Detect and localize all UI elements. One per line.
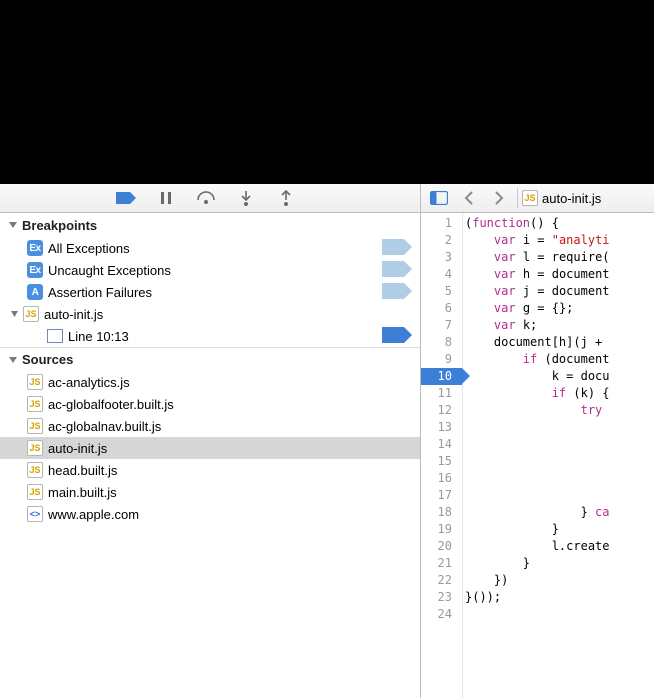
line-number[interactable]: 19: [421, 521, 462, 538]
step-out-icon[interactable]: [275, 187, 297, 209]
source-item[interactable]: <>www.apple.com: [0, 503, 420, 525]
line-number[interactable]: 21: [421, 555, 462, 572]
line-number[interactable]: 18: [421, 504, 462, 521]
nav-back-icon[interactable]: [457, 187, 481, 209]
source-label: head.built.js: [44, 463, 420, 478]
editor-file-crumb[interactable]: JS auto-init.js: [517, 188, 601, 208]
js-file-icon: JS: [23, 306, 39, 322]
line-number[interactable]: 23: [421, 589, 462, 606]
line-number[interactable]: 22: [421, 572, 462, 589]
breakpoint-item[interactable]: ExUncaught Exceptions: [0, 259, 420, 281]
breakpoints-header-label: Breakpoints: [22, 218, 97, 233]
source-label: auto-init.js: [44, 441, 420, 456]
disclosure-triangle-icon: [6, 353, 20, 367]
js-file-icon: JS: [522, 190, 538, 206]
line-number[interactable]: 13: [421, 419, 462, 436]
breakpoint-line-label: Line 10:13: [64, 329, 382, 344]
pause-icon[interactable]: [155, 187, 177, 209]
line-number[interactable]: 12: [421, 402, 462, 419]
js-file-icon: JS: [27, 440, 43, 456]
line-number[interactable]: 9: [421, 351, 462, 368]
debugger-toolbar: [0, 184, 420, 213]
breakpoint-line-item[interactable]: Line 10:13: [0, 325, 420, 347]
source-label: main.built.js: [44, 485, 420, 500]
debugger-sidebar: Breakpoints ExAll ExceptionsExUncaught E…: [0, 184, 421, 698]
js-file-icon: JS: [27, 484, 43, 500]
breakpoint-marker-icon[interactable]: [382, 243, 412, 258]
callout-area: [0, 0, 654, 184]
step-over-icon[interactable]: [195, 187, 217, 209]
breakpoint-file-label: auto-init.js: [40, 307, 420, 322]
source-label: ac-globalnav.built.js: [44, 419, 420, 434]
line-number[interactable]: 6: [421, 300, 462, 317]
source-item[interactable]: JSauto-init.js: [0, 437, 420, 459]
code-editor[interactable]: 123456789101112131415161718192021222324 …: [421, 213, 654, 698]
line-number[interactable]: 4: [421, 266, 462, 283]
line-number[interactable]: 7: [421, 317, 462, 334]
editor-toolbar: JS auto-init.js: [421, 184, 654, 213]
breakpoint-label: All Exceptions: [44, 241, 382, 256]
source-label: ac-globalfooter.built.js: [44, 397, 420, 412]
breakpoint-marker-icon[interactable]: [382, 265, 412, 280]
line-number[interactable]: 14: [421, 436, 462, 453]
line-number[interactable]: 20: [421, 538, 462, 555]
exception-icon: Ex: [27, 240, 43, 256]
source-item[interactable]: JSac-globalfooter.built.js: [0, 393, 420, 415]
line-number[interactable]: 8: [421, 334, 462, 351]
breakpoint-item[interactable]: AAssertion Failures: [0, 281, 420, 303]
line-gutter[interactable]: 123456789101112131415161718192021222324: [421, 213, 463, 698]
sources-header-label: Sources: [22, 352, 73, 367]
source-item[interactable]: JSmain.built.js: [0, 481, 420, 503]
breakpoint-marker-icon[interactable]: [382, 331, 412, 346]
source-item[interactable]: JSac-globalnav.built.js: [0, 415, 420, 437]
editor-filename: auto-init.js: [542, 191, 601, 206]
line-number[interactable]: 15: [421, 453, 462, 470]
line-number[interactable]: 5: [421, 283, 462, 300]
breakpoint-label: Uncaught Exceptions: [44, 263, 382, 278]
line-number[interactable]: 1: [421, 215, 462, 232]
source-item[interactable]: JSac-analytics.js: [0, 371, 420, 393]
breakpoint-marker-icon[interactable]: [382, 287, 412, 302]
line-number[interactable]: 3: [421, 249, 462, 266]
breakpoints-toggle-icon[interactable]: [115, 187, 137, 209]
breakpoints-section-header[interactable]: Breakpoints: [0, 213, 420, 237]
js-file-icon: JS: [27, 462, 43, 478]
sources-tree: JSac-analytics.jsJSac-globalfooter.built…: [0, 371, 420, 525]
editor-pane: JS auto-init.js 123456789101112131415161…: [421, 184, 654, 698]
line-number[interactable]: 11: [421, 385, 462, 402]
js-file-icon: JS: [27, 374, 43, 390]
line-number[interactable]: 16: [421, 470, 462, 487]
breakpoints-tree: ExAll ExceptionsExUncaught ExceptionsAAs…: [0, 237, 420, 347]
js-file-icon: JS: [27, 396, 43, 412]
source-label: www.apple.com: [44, 507, 420, 522]
assertion-icon: A: [27, 284, 43, 300]
breakpoint-item[interactable]: ExAll Exceptions: [0, 237, 420, 259]
line-number[interactable]: 10: [421, 368, 462, 385]
toggle-sidebar-icon[interactable]: [427, 187, 451, 209]
line-number[interactable]: 24: [421, 606, 462, 623]
line-breakpoint-icon: [47, 329, 63, 343]
source-label: ac-analytics.js: [44, 375, 420, 390]
exception-icon: Ex: [27, 262, 43, 278]
source-item[interactable]: JShead.built.js: [0, 459, 420, 481]
step-into-icon[interactable]: [235, 187, 257, 209]
code-content[interactable]: (function() { var i = "analyti var l = r…: [463, 213, 654, 698]
breakpoint-file-item[interactable]: JSauto-init.js: [0, 303, 420, 325]
sources-section-header[interactable]: Sources: [0, 347, 420, 371]
line-number[interactable]: 17: [421, 487, 462, 504]
disclosure-triangle-icon: [8, 308, 20, 320]
nav-forward-icon[interactable]: [487, 187, 511, 209]
js-file-icon: JS: [27, 418, 43, 434]
line-number[interactable]: 2: [421, 232, 462, 249]
html-file-icon: <>: [27, 506, 43, 522]
disclosure-triangle-icon: [6, 218, 20, 232]
breakpoint-label: Assertion Failures: [44, 285, 382, 300]
